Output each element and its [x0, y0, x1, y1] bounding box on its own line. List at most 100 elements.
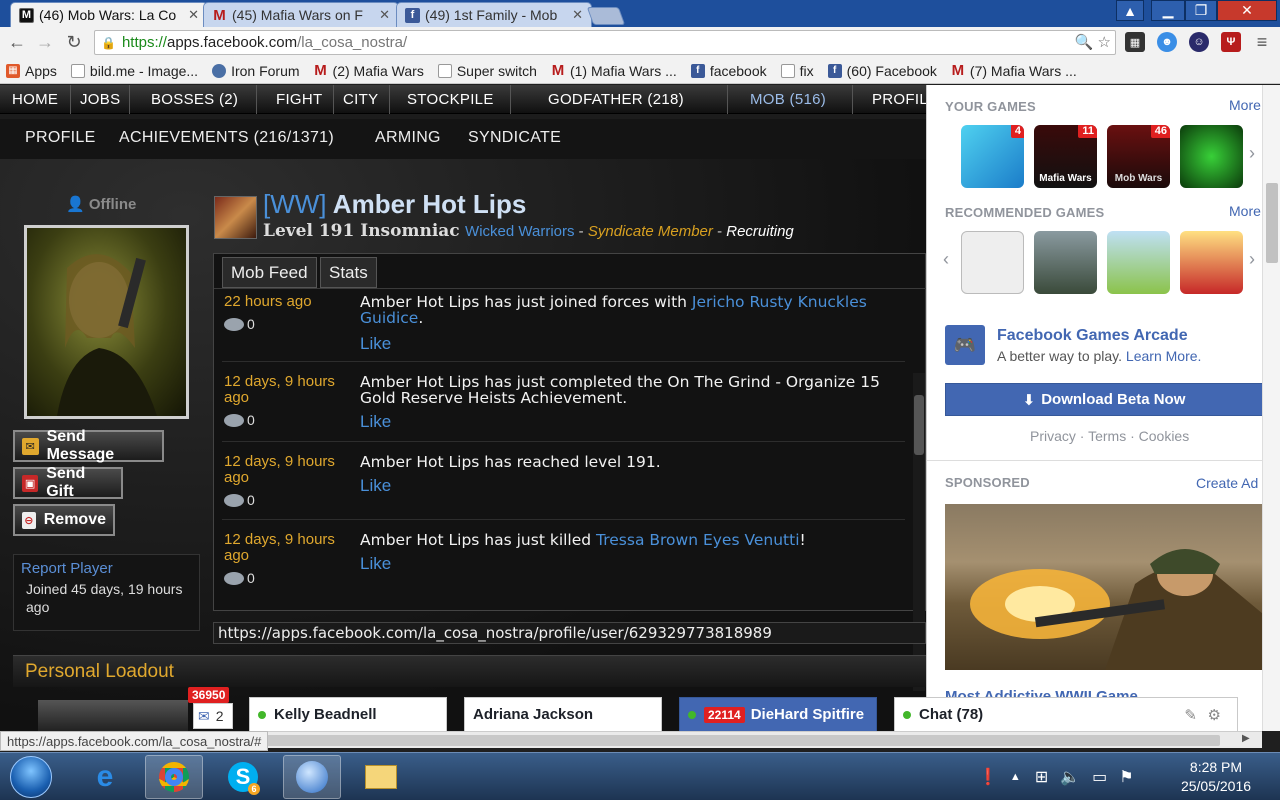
chat-tab-kelly-beadnell[interactable]: Kelly Beadnell [249, 697, 447, 731]
nav-profile-truncated[interactable]: PROFIL [852, 85, 926, 114]
download-beta-button[interactable]: ⬇ Download Beta Now [945, 383, 1262, 416]
browser-tab-1st-family[interactable]: f (49) 1st Family - Mob ✕ [396, 2, 592, 27]
forward-arrow-icon[interactable]: → [34, 32, 56, 53]
back-arrow-icon[interactable]: ← [6, 32, 28, 53]
address-bar[interactable]: 🔒 https:// apps.facebook.com /la_cosa_no… [94, 30, 1116, 55]
game-tile-mafia-wars[interactable]: Mafia Wars 11 [1034, 125, 1097, 188]
learn-more-link[interactable]: Learn More. [1126, 348, 1201, 364]
zoom-and-star-icons[interactable]: 🔍 ☆ [1075, 33, 1111, 51]
comment-count[interactable]: 0 [224, 412, 255, 428]
game-tile-archery[interactable] [1107, 231, 1170, 294]
window-close-button[interactable]: ✕ [1217, 0, 1277, 21]
create-ad-link[interactable]: Create Ad [1196, 475, 1258, 491]
nav-home[interactable]: HOME [12, 85, 58, 114]
remove-button[interactable]: ⊖ Remove [13, 504, 115, 536]
bookmark-facebook[interactable]: f facebook [690, 63, 767, 79]
subnav-profile[interactable]: PROFILE [25, 129, 96, 147]
subnav-achievements[interactable]: ACHIEVEMENTS (216/1371) [119, 129, 334, 147]
internet-explorer-icon[interactable]: e [76, 755, 134, 799]
scroll-right-arrow-icon[interactable]: ▶ [1242, 733, 1250, 744]
extension-chat-icon[interactable]: ☻ [1157, 32, 1177, 52]
comment-count[interactable]: 0 [224, 570, 255, 586]
nav-bosses[interactable]: BOSSES (2) [129, 85, 238, 114]
nav-city[interactable]: CITY [333, 85, 378, 114]
reload-icon[interactable]: ↻ [63, 32, 85, 53]
family-link[interactable]: Wicked Warriors [465, 223, 574, 240]
messages-button[interactable]: ✉ 2 [193, 703, 233, 729]
close-icon[interactable]: ✕ [373, 7, 390, 23]
bookmark-facebook-60[interactable]: f (60) Facebook [827, 63, 937, 79]
nav-mob[interactable]: MOB (516) [727, 85, 826, 114]
bookmark-mafia-wars-2[interactable]: M (2) Mafia Wars [314, 62, 424, 79]
game-tile-blue-cube[interactable]: 4 [961, 125, 1024, 188]
bookmark-iron-forum[interactable]: Iron Forum [212, 63, 300, 79]
like-link[interactable]: Like [360, 334, 391, 354]
chat-tab-adriana-jackson[interactable]: Adriana Jackson [464, 697, 662, 731]
bookmark-fix[interactable]: fix [780, 63, 814, 79]
nav-stockpile[interactable]: STOCKPILE [389, 85, 494, 114]
windows-flag-icon[interactable]: ⊞ [1035, 767, 1048, 787]
bookmark-apps[interactable]: ▦ Apps [6, 63, 57, 79]
taskbar-clock[interactable]: 8:28 PM 25/05/2016 [1166, 758, 1266, 796]
like-link[interactable]: Like [360, 554, 391, 574]
menu-icon[interactable]: ≡ [1252, 32, 1272, 52]
profile-switch-button[interactable]: ▲ [1116, 0, 1144, 21]
bookmark-mafia-wars-7[interactable]: M (7) Mafia Wars ... [951, 62, 1077, 79]
gear-icon[interactable]: ⚙ [1208, 706, 1221, 724]
action-center-flag-icon[interactable]: ⚑ [1119, 767, 1133, 787]
skype-icon[interactable]: S6 [214, 755, 272, 799]
maximize-button[interactable]: ❐ [1185, 0, 1217, 21]
sponsored-ad-image[interactable] [945, 504, 1262, 670]
folder-icon[interactable] [352, 755, 410, 799]
footer-links[interactable]: Privacy · Terms · Cookies [1030, 428, 1189, 444]
like-link[interactable]: Like [360, 476, 391, 496]
new-tab-button[interactable] [586, 7, 626, 25]
arcade-title[interactable]: Facebook Games Arcade [997, 327, 1188, 345]
chevron-right-icon[interactable]: › [1249, 249, 1255, 270]
recommended-more-link[interactable]: More [1229, 203, 1261, 219]
start-button[interactable] [10, 756, 52, 798]
close-icon[interactable]: ✕ [182, 7, 199, 23]
show-hidden-icons[interactable]: ▲ [1010, 771, 1021, 783]
bookmark-bild-me[interactable]: bild.me - Image... [70, 63, 198, 79]
browser-orb-icon[interactable] [283, 755, 341, 799]
like-link[interactable]: Like [360, 412, 391, 432]
browser-tab-mafia-wars[interactable]: M (45) Mafia Wars on F ✕ [203, 2, 399, 27]
game-tile-cartoon[interactable] [1180, 231, 1243, 294]
feed-scrollbar-thumb[interactable] [914, 395, 924, 455]
send-message-button[interactable]: ✉ Send Message [13, 428, 164, 463]
minimize-button[interactable]: ▁ [1151, 0, 1185, 21]
extension-avatar-icon[interactable]: ☺ [1189, 32, 1209, 52]
volume-icon[interactable]: 🔈 [1060, 767, 1080, 787]
close-icon[interactable]: ✕ [566, 7, 583, 23]
your-games-more-link[interactable]: More [1229, 97, 1261, 113]
player-link[interactable]: Tressa Brown Eyes Venutti [596, 531, 799, 549]
sidebar-scrollbar-thumb[interactable] [1266, 183, 1278, 263]
sidebar-scrollbar[interactable] [1262, 85, 1280, 731]
nav-fight[interactable]: FIGHT [256, 85, 323, 114]
extension-film-icon[interactable]: ▦ [1125, 32, 1145, 52]
game-tile-soldiers[interactable] [1034, 231, 1097, 294]
browser-tab-mob-wars[interactable]: M (46) Mob Wars: La Co ✕ [10, 2, 208, 27]
bookmark-super-switch[interactable]: Super switch [437, 63, 537, 79]
chevron-left-icon[interactable]: ‹ [943, 249, 949, 270]
alert-icon[interactable]: ❗ [978, 767, 998, 787]
bookmark-mafia-wars-1[interactable]: M (1) Mafia Wars ... [551, 62, 677, 79]
game-tile-mob-wars[interactable]: Mob Wars 46 [1107, 125, 1170, 188]
extension-horns-icon[interactable]: Ψ [1221, 32, 1241, 52]
subnav-syndicate[interactable]: SYNDICATE [468, 129, 561, 147]
network-icon[interactable]: ▭ [1092, 767, 1107, 787]
chat-sidebar-toggle[interactable]: Chat (78) ✎ ⚙ [894, 697, 1238, 731]
comment-count[interactable]: 0 [224, 316, 255, 332]
game-tile-green[interactable] [1180, 125, 1243, 188]
tab-stats[interactable]: Stats [320, 257, 377, 288]
chevron-right-icon[interactable]: › [1249, 143, 1255, 164]
game-tile-crossword[interactable] [961, 231, 1024, 294]
tab-mob-feed[interactable]: Mob Feed [222, 257, 317, 288]
comment-count[interactable]: 0 [224, 492, 255, 508]
subnav-arming[interactable]: ARMING [375, 129, 441, 147]
nav-jobs[interactable]: JOBS [70, 85, 120, 114]
chat-tab-diehard-spitfire[interactable]: 22114 DieHard Spitfire [679, 697, 877, 731]
nav-godfather[interactable]: GODFATHER (218) [510, 85, 684, 114]
report-player-link[interactable]: Report Player [21, 560, 192, 577]
